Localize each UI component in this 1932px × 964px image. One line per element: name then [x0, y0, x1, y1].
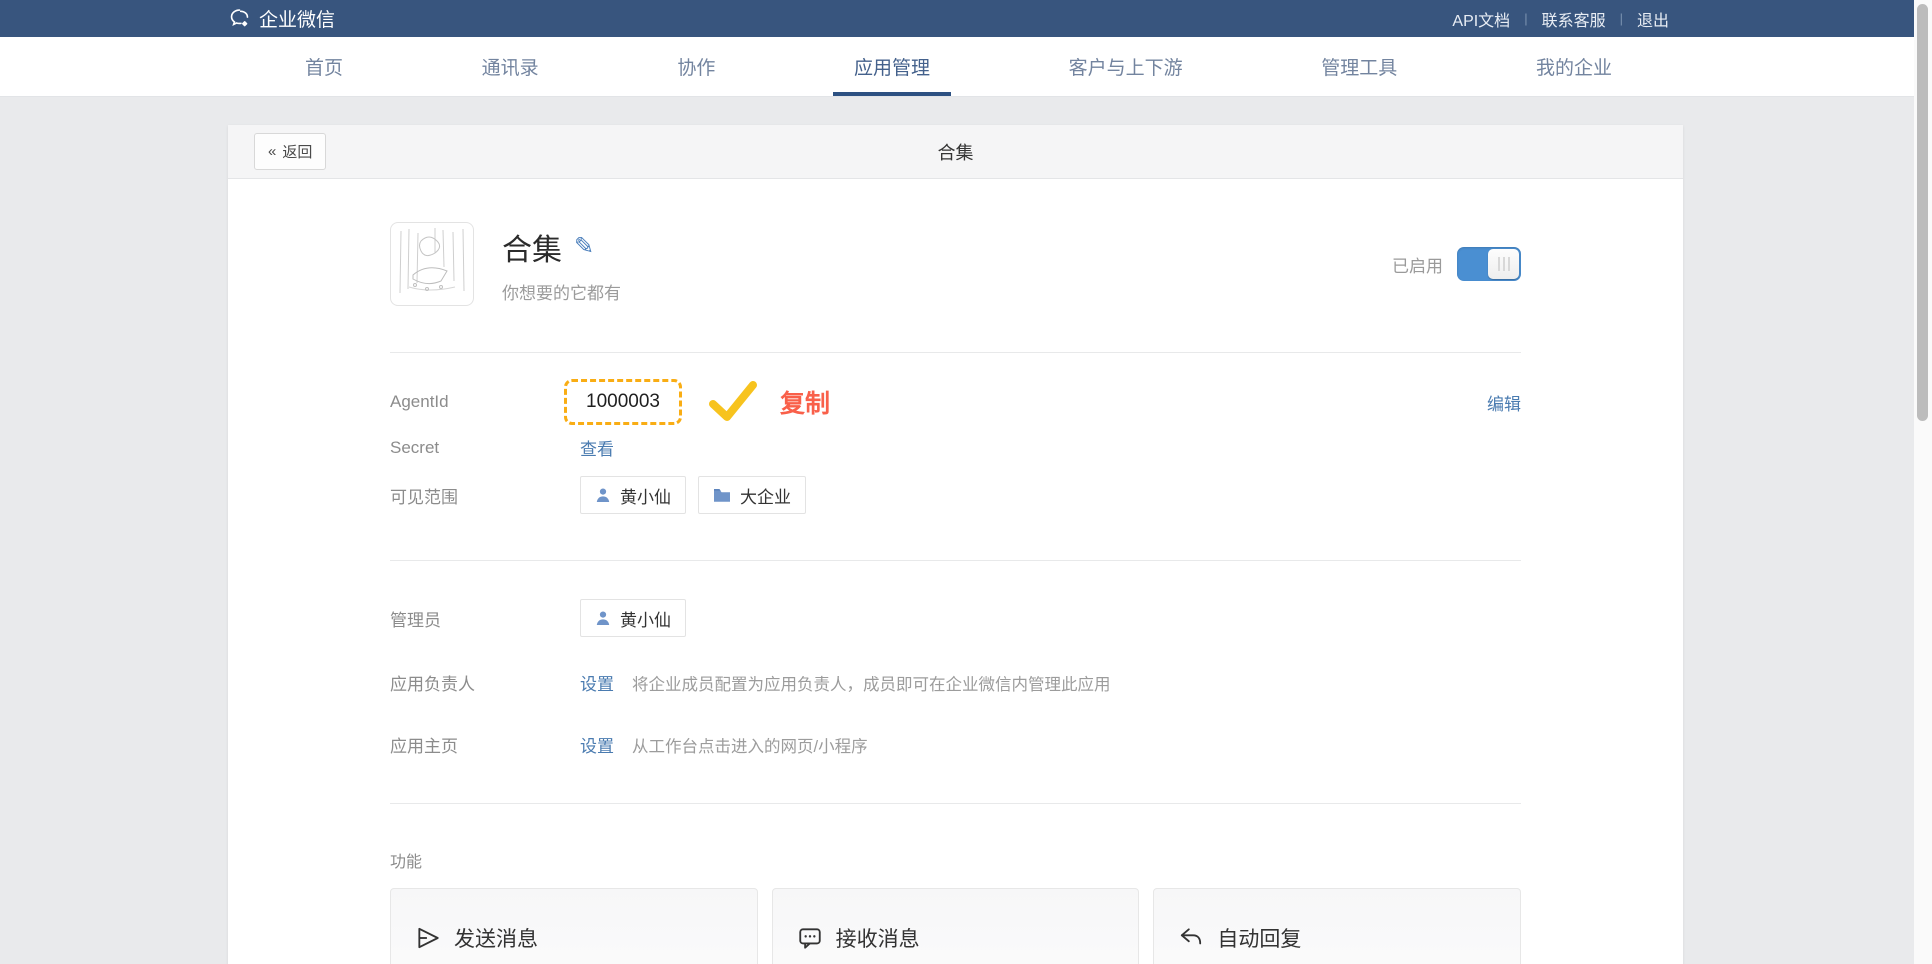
app-header-row: 合集 ✎ 你想要的它都有 已启用	[390, 179, 1521, 306]
enable-toggle[interactable]	[1457, 247, 1521, 281]
app-owner-row: 应用负责人 设置 将企业成员配置为应用负责人，成员即可在企业微信内管理此应用	[390, 670, 1521, 695]
status-label: 已启用	[1392, 252, 1443, 277]
feature-card-title: 自动回复	[1217, 923, 1301, 953]
folder-icon	[713, 488, 731, 503]
feature-card-title: 接收消息	[836, 923, 920, 953]
tab-contacts[interactable]: 通讯录	[482, 37, 539, 96]
app-icon-image	[390, 222, 474, 306]
topbar-link-api-docs[interactable]: API文档	[1438, 7, 1524, 31]
toggle-knob	[1488, 249, 1519, 279]
send-icon	[415, 925, 441, 951]
feature-card-receive-message[interactable]: 接收消息 接收用户发送的普通消息以及菜单操作、	[772, 888, 1140, 964]
reply-arrow-icon	[1178, 925, 1204, 951]
feature-card-send-message[interactable]: 发送消息 使用管理工具中的“消息群发”或API发送	[390, 888, 758, 964]
visible-range-label: 可见范围	[390, 483, 580, 508]
page-title: 合集	[228, 139, 1683, 165]
tab-app-management[interactable]: 应用管理	[854, 37, 930, 96]
copy-annotation: 复制	[780, 384, 830, 420]
admin-member-chip[interactable]: 黄小仙	[580, 599, 686, 637]
feature-card-title: 发送消息	[454, 923, 538, 953]
admin-row: 管理员 黄小仙	[390, 599, 1521, 637]
checkmark-icon	[708, 381, 758, 423]
topbar-link-logout[interactable]: 退出	[1623, 7, 1683, 31]
visible-range-row: 可见范围 黄小仙 大企业	[390, 476, 1521, 514]
agentid-row: AgentId 1000003 复制 编辑	[390, 379, 1521, 425]
app-description: 你想要的它都有	[502, 279, 621, 304]
brand: 企业微信	[228, 5, 335, 32]
divider	[390, 560, 1521, 561]
secret-row: Secret 查看	[390, 435, 1521, 460]
app-name: 合集	[502, 225, 562, 269]
department-chip[interactable]: 大企业	[698, 476, 806, 514]
feature-card-auto-reply[interactable]: 自动回复 通过接收用户的消息，可配置规则进行自	[1153, 888, 1521, 964]
admin-member-label: 黄小仙	[620, 606, 671, 631]
app-home-label: 应用主页	[390, 732, 580, 757]
divider	[390, 803, 1521, 804]
person-icon	[595, 487, 611, 503]
agentid-value-annotation-box: 1000003	[564, 379, 682, 425]
message-bubble-icon	[797, 925, 823, 951]
agentid-value: 1000003	[586, 391, 660, 412]
app-icon-sketch	[391, 223, 474, 306]
nav-tabs: 首页 通讯录 协作 应用管理 客户与上下游 管理工具 我的企业	[0, 37, 1932, 97]
topbar: 企业微信 API文档 | 联系客服 | 退出	[0, 0, 1932, 37]
divider	[390, 352, 1521, 353]
vertical-scrollbar[interactable]	[1914, 0, 1932, 964]
tab-customers[interactable]: 客户与上下游	[1069, 37, 1183, 96]
app-detail-card: « 返回 合集	[228, 125, 1683, 964]
tab-my-company[interactable]: 我的企业	[1536, 37, 1612, 96]
app-owner-description: 将企业成员配置为应用负责人，成员即可在企业微信内管理此应用	[632, 671, 1111, 695]
card-header: « 返回 合集	[228, 125, 1683, 179]
tab-admin-tools[interactable]: 管理工具	[1321, 37, 1397, 96]
page-background: « 返回 合集	[0, 97, 1932, 964]
app-home-row: 应用主页 设置 从工作台点击进入的网页/小程序	[390, 732, 1521, 757]
set-home-link[interactable]: 设置	[580, 732, 614, 757]
person-icon	[595, 610, 611, 626]
view-secret-link[interactable]: 查看	[580, 435, 614, 460]
back-button-label: 返回	[282, 141, 312, 162]
topbar-link-support[interactable]: 联系客服	[1528, 7, 1620, 31]
department-chip-label: 大企业	[740, 483, 791, 508]
member-chip-label: 黄小仙	[620, 483, 671, 508]
back-button[interactable]: « 返回	[254, 133, 326, 170]
features-section-label: 功能	[390, 848, 1521, 872]
app-owner-label: 应用负责人	[390, 670, 580, 695]
secret-label: Secret	[390, 438, 580, 458]
agentid-label: AgentId	[390, 392, 580, 412]
brand-logo-icon	[228, 7, 251, 30]
tab-home[interactable]: 首页	[305, 37, 343, 96]
back-chevron-icon: «	[268, 143, 276, 160]
brand-name: 企业微信	[259, 5, 335, 32]
admin-label: 管理员	[390, 606, 580, 631]
set-owner-link[interactable]: 设置	[580, 670, 614, 695]
edit-link[interactable]: 编辑	[1487, 390, 1521, 415]
edit-app-name-icon[interactable]: ✎	[574, 235, 594, 259]
member-chip[interactable]: 黄小仙	[580, 476, 686, 514]
app-home-description: 从工作台点击进入的网页/小程序	[632, 733, 868, 757]
tab-collaboration[interactable]: 协作	[677, 37, 715, 96]
scrollbar-thumb[interactable]	[1917, 4, 1928, 421]
